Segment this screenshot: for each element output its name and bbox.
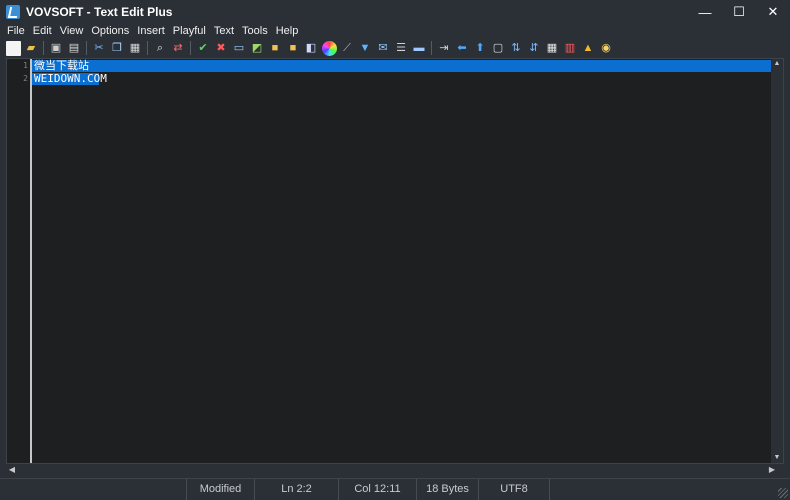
copy-icon[interactable]: ❐ (110, 41, 125, 56)
email-icon[interactable]: ✉ (376, 41, 391, 56)
scroll-left-icon[interactable]: ◀ (6, 464, 18, 476)
cut-icon[interactable]: ✂ (92, 41, 107, 56)
toolbar: ▰ ▣ ▤ ✂ ❐ ▦ ⌕ ⇄ ✔ ✖ ▭ ◩ ■ ■ ◧ ⟋ ▼ ✉ ☰ ▬ … (0, 38, 790, 58)
folder-icon[interactable]: ▬ (412, 41, 427, 56)
sort-az-icon[interactable]: ⇅ (509, 41, 524, 56)
menu-playful[interactable]: Playful (169, 24, 210, 38)
table-icon[interactable]: ▦ (545, 41, 560, 56)
warning-icon[interactable]: ▲ (581, 41, 596, 56)
editor-line[interactable]: WEIDOWN.COM (34, 72, 107, 85)
filter-icon[interactable]: ▼ (358, 41, 373, 56)
menu-bar: File Edit View Options Insert Playful Te… (0, 24, 790, 38)
scroll-up-icon[interactable]: ▲ (771, 59, 783, 69)
menu-help[interactable]: Help (272, 24, 303, 38)
window-title: VOVSOFT - Text Edit Plus (26, 5, 173, 19)
line-number: 1 (23, 61, 28, 70)
paste-icon[interactable]: ▦ (128, 41, 143, 56)
minimize-button[interactable]: — (688, 0, 722, 24)
maximize-button[interactable]: ☐ (722, 0, 756, 24)
menu-options[interactable]: Options (87, 24, 133, 38)
eyedropper-icon[interactable]: ⟋ (340, 41, 355, 56)
horizontal-scrollbar[interactable]: ◀ ▶ (6, 464, 778, 476)
html-icon[interactable]: ◩ (250, 41, 265, 56)
status-size: 18 Bytes (416, 479, 478, 500)
selection-highlight (32, 60, 771, 72)
sort-za-icon[interactable]: ⇵ (527, 41, 542, 56)
status-line: Ln 2:2 (254, 479, 338, 500)
editor-content[interactable]: 微当下载站 WEIDOWN.COM (32, 59, 771, 463)
line-number: 2 (23, 74, 28, 83)
text-editor[interactable]: 1 2 微当下载站 WEIDOWN.COM ▲ ▼ (6, 58, 784, 464)
toolbar-separator (190, 41, 191, 55)
new-file-icon[interactable] (5, 40, 21, 56)
replace-icon[interactable]: ⇄ (171, 41, 186, 56)
menu-tools[interactable]: Tools (238, 24, 272, 38)
close-button[interactable]: ✕ (756, 0, 790, 24)
print-icon[interactable]: ▤ (67, 41, 82, 56)
scroll-right-icon[interactable]: ▶ (766, 464, 778, 476)
open-folder-icon[interactable]: ▰ (24, 41, 39, 56)
save-icon[interactable]: ▣ (49, 41, 64, 56)
font-icon[interactable]: ◧ (304, 41, 319, 56)
toolbar-separator (431, 41, 432, 55)
vertical-scrollbar[interactable]: ▲ ▼ (771, 59, 783, 463)
title-bar: VOVSOFT - Text Edit Plus — ☐ ✕ (0, 0, 790, 24)
menu-file[interactable]: File (3, 24, 29, 38)
editor-line[interactable]: 微当下载站 (34, 59, 89, 72)
toolbar-separator (43, 41, 44, 55)
resize-grip-icon[interactable] (778, 488, 788, 498)
lock-badge-icon[interactable]: ◉ (599, 41, 614, 56)
menu-insert[interactable]: Insert (133, 24, 169, 38)
color-wheel-icon[interactable] (321, 40, 337, 56)
monitor-icon[interactable]: ▭ (232, 41, 247, 56)
menu-edit[interactable]: Edit (29, 24, 56, 38)
window-icon[interactable]: ▢ (491, 41, 506, 56)
app-logo-icon (6, 5, 20, 19)
toolbar-separator (147, 41, 148, 55)
arrow-left-icon[interactable]: ⬅ (455, 41, 470, 56)
spell-check-icon[interactable]: ✔ (196, 41, 211, 56)
lock-icon[interactable]: ■ (268, 41, 283, 56)
menu-view[interactable]: View (56, 24, 88, 38)
status-encoding: UTF8 (478, 479, 550, 500)
status-bar: Modified Ln 2:2 Col 12:11 18 Bytes UTF8 (0, 478, 790, 500)
line-number-gutter: 1 2 (7, 59, 32, 463)
status-modified: Modified (186, 479, 254, 500)
delete-icon[interactable]: ✖ (214, 41, 229, 56)
find-icon[interactable]: ⌕ (153, 41, 168, 56)
toolbar-separator (86, 41, 87, 55)
arrow-up-icon[interactable]: ⬆ (473, 41, 488, 56)
calendar-icon[interactable]: ▥ (563, 41, 578, 56)
window-controls: — ☐ ✕ (688, 0, 790, 24)
unlock-icon[interactable]: ■ (286, 41, 301, 56)
status-column: Col 12:11 (338, 479, 416, 500)
indent-icon[interactable]: ⇥ (437, 41, 452, 56)
scroll-down-icon[interactable]: ▼ (771, 453, 783, 463)
menu-text[interactable]: Text (210, 24, 238, 38)
list-icon[interactable]: ☰ (394, 41, 409, 56)
